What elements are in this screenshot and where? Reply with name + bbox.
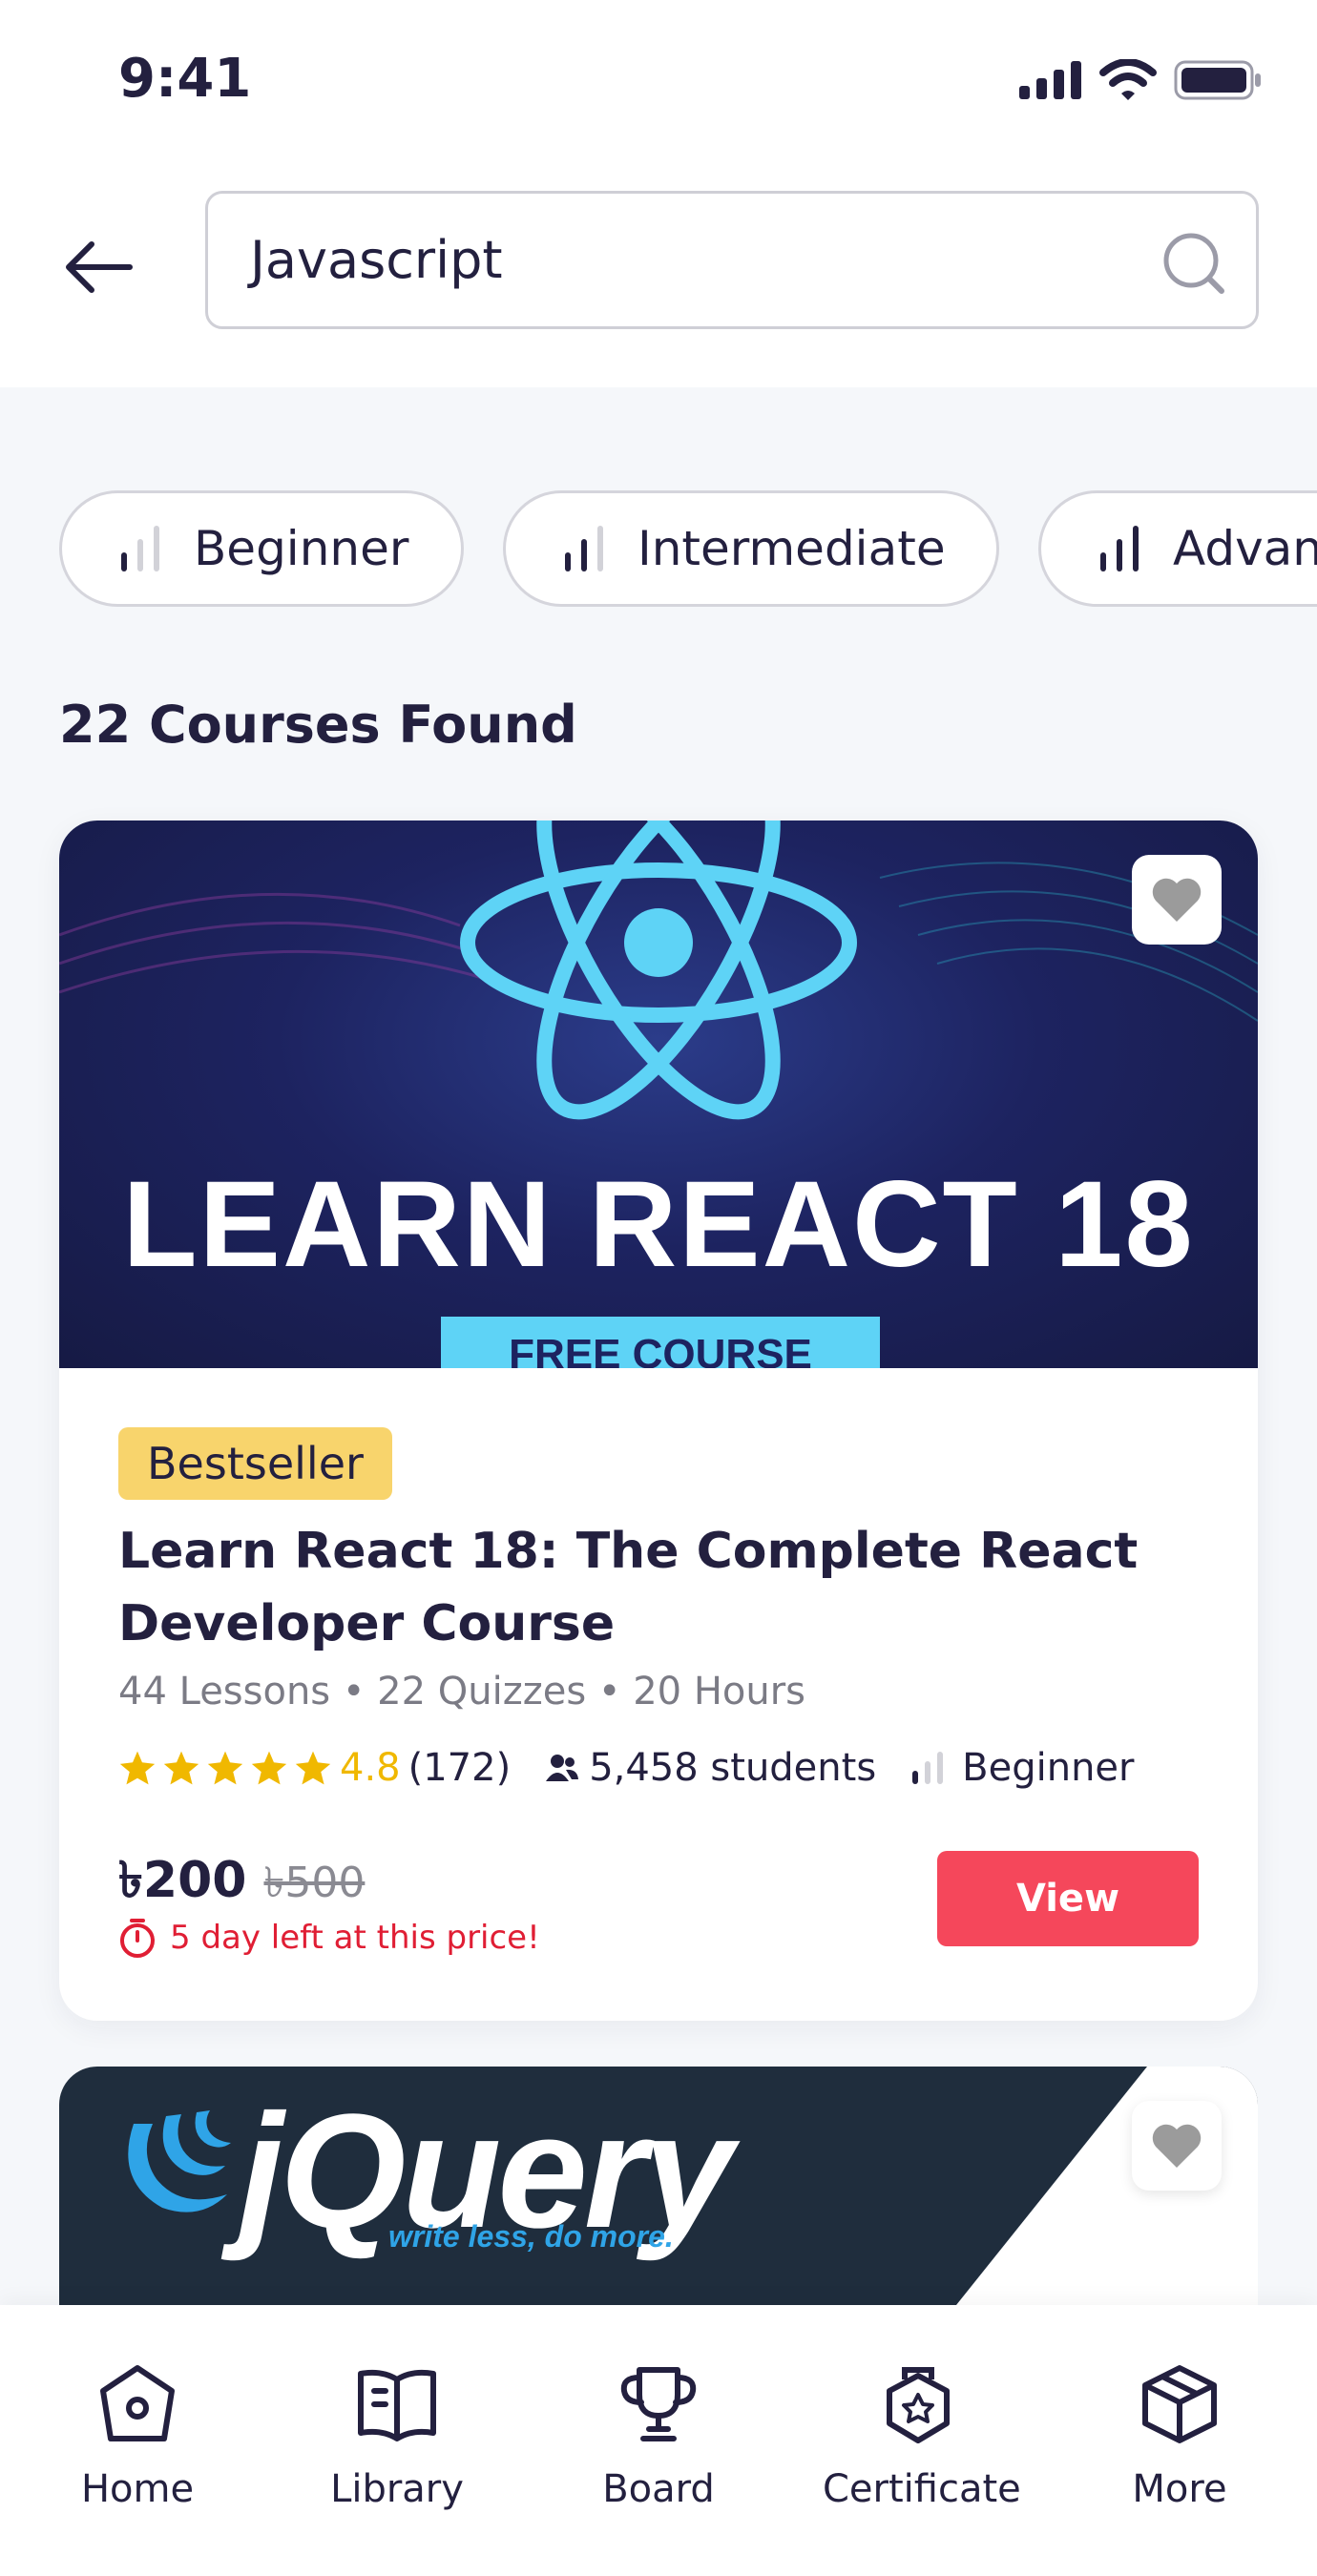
search-input-value[interactable]: Javascript (250, 230, 503, 290)
star-icon (163, 1751, 199, 1785)
level-bars-icon (121, 526, 159, 571)
course-meta: 44 Lessons • 22 Quizzes • 20 Hours (118, 1670, 805, 1714)
course-title[interactable]: Learn React 18: The Complete React Devel… (118, 1515, 1206, 1660)
heart-icon (1152, 878, 1202, 922)
filter-chip-advanced[interactable]: Advanced (1038, 490, 1317, 607)
student-count: 5,458 students (589, 1746, 877, 1790)
filter-chip-label: Intermediate (638, 521, 946, 576)
home-icon (100, 2365, 175, 2441)
book-icon (358, 2369, 436, 2441)
search-input[interactable]: Javascript (205, 191, 1259, 329)
timer-icon (120, 1919, 155, 1958)
star-icon (119, 1751, 156, 1785)
status-icons (1019, 59, 1262, 101)
tab-label: Library (330, 2467, 464, 2511)
filter-chip-intermediate[interactable]: Intermediate (503, 490, 999, 607)
course-search-screen: 9:41 Javascript Beginner Intermediate Ad… (0, 0, 1317, 2576)
battery-icon (1174, 60, 1261, 100)
course-thumbnail: LEARN REACT 18 FREE COURSE (59, 821, 1258, 1368)
level-bars-icon (565, 526, 603, 571)
favorite-button[interactable] (1132, 855, 1222, 945)
tab-home[interactable]: Home (42, 2362, 233, 2511)
tab-label: Home (80, 2467, 195, 2511)
tab-label: Certificate (823, 2467, 1021, 2511)
status-time: 9:41 (118, 48, 252, 110)
rating-stars (118, 1750, 332, 1786)
tab-label: Board (602, 2467, 715, 2511)
tab-library[interactable]: Library (302, 2362, 492, 2511)
price-deadline: 5 day left at this price! (118, 1918, 540, 1958)
cube-icon (1142, 2365, 1217, 2443)
star-icon (295, 1751, 331, 1785)
course-stats: 4.8 (172) 5,458 students Beginner (118, 1746, 1134, 1790)
heart-icon (1152, 2124, 1202, 2168)
course-level: Beginner (962, 1746, 1135, 1790)
filter-chip-label: Beginner (194, 521, 409, 576)
star-icon (251, 1751, 287, 1785)
results-count: 22 Courses Found (59, 695, 577, 755)
current-price: ৳200 (118, 1852, 247, 1909)
price-block: ৳200 ৳500 (118, 1841, 365, 1924)
trophy-icon (620, 2367, 697, 2441)
status-bar: 9:41 (0, 0, 1317, 162)
deadline-text: 5 day left at this price! (170, 1919, 540, 1957)
wifi-icon (1099, 59, 1157, 100)
course-card[interactable]: LEARN REACT 18 FREE COURSE Bestseller Le… (59, 821, 1258, 2021)
thumbnail-tagline: write less, do more. (388, 2219, 674, 2254)
level-bars-icon (912, 1752, 944, 1784)
filter-chip-beginner[interactable]: Beginner (59, 490, 464, 607)
search-icon[interactable] (1160, 230, 1227, 297)
rating-value: 4.8 (340, 1746, 401, 1790)
thumbnail-subtitle: FREE COURSE (441, 1317, 880, 1368)
tab-board[interactable]: Board (563, 2362, 754, 2511)
review-count: (172) (408, 1746, 512, 1790)
students-icon (546, 1755, 579, 1781)
bestseller-badge: Bestseller (118, 1427, 392, 1500)
original-price: ৳500 (263, 1859, 366, 1907)
filter-chip-label: Advanced (1173, 521, 1317, 576)
level-bars-icon (1100, 526, 1139, 571)
back-arrow-icon[interactable] (61, 229, 137, 305)
view-button[interactable]: View (937, 1851, 1199, 1946)
bottom-tab-bar: Home Library Board Certificate More (0, 2305, 1317, 2576)
tab-more[interactable]: More (1084, 2362, 1275, 2511)
jquery-swoosh-icon (128, 2110, 231, 2212)
favorite-button[interactable] (1132, 2101, 1222, 2191)
star-icon (207, 1751, 243, 1785)
signal-icon (1019, 61, 1081, 99)
tab-certificate[interactable]: Certificate (823, 2362, 1021, 2511)
tab-label: More (1132, 2467, 1227, 2511)
search-header: Javascript (0, 162, 1317, 387)
thumbnail-title: LEARN REACT 18 (122, 1156, 1195, 1293)
certificate-icon (887, 2367, 950, 2443)
